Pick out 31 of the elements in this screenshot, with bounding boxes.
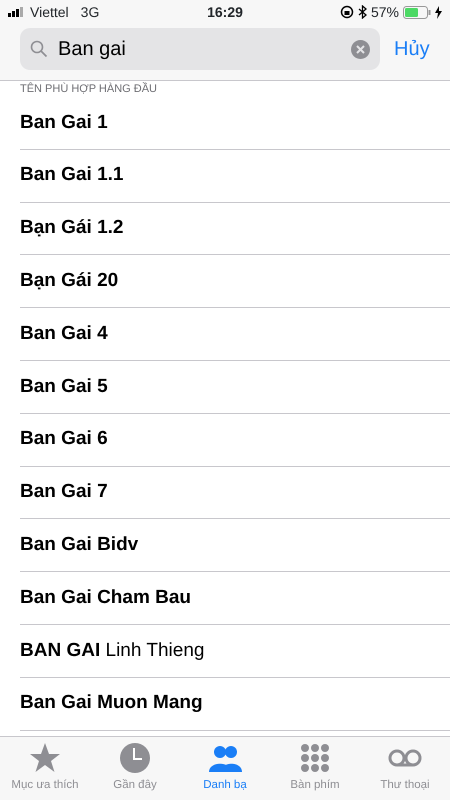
contact-name[interactable]: Ban Gai 5 <box>20 372 108 402</box>
section-header: TÊN PHÙ HỢP HÀNG ĐẦU <box>0 80 450 97</box>
contact-name[interactable]: Ban Gai Muon Mang <box>20 689 203 718</box>
network-type: 3G <box>80 2 100 22</box>
contact-name[interactable]: Ban Gai Cham Bau <box>20 584 192 612</box>
keypad-icon <box>298 741 332 775</box>
contact-name[interactable]: Bạn Gái 20 <box>20 267 118 296</box>
charging-icon <box>435 6 442 18</box>
tab-item[interactable]: Danh bạ <box>180 737 270 800</box>
contact-name[interactable]: BAN GAI Linh Thieng <box>20 636 204 666</box>
contact-name[interactable]: Ban Gai 1 <box>20 108 108 138</box>
contact-name[interactable]: Ban Gai Bidv <box>20 531 138 560</box>
battery-percent: 57% <box>370 2 399 22</box>
clear-icon[interactable] <box>351 40 370 58</box>
search-bar[interactable]: Ban gai <box>20 28 380 70</box>
carrier-name: Viettel <box>30 2 69 22</box>
contact-name[interactable]: Ban Gai 1.1 <box>20 161 124 190</box>
search-field[interactable]: Ban gai <box>56 33 343 65</box>
battery-icon <box>403 6 431 18</box>
search-icon <box>30 40 48 58</box>
contact-name[interactable]: Ban Gai 6 <box>20 425 108 454</box>
contact-name[interactable]: Ban Gai 7 <box>20 478 108 507</box>
signal-icon <box>8 7 26 17</box>
clock-time: 16:29 <box>206 2 244 22</box>
clock-icon <box>118 741 152 775</box>
star-icon <box>28 741 62 775</box>
rotation-lock-icon <box>340 5 354 19</box>
contact-name[interactable]: Bạn Gái 1.2 <box>20 214 124 243</box>
bluetooth-icon <box>358 5 367 19</box>
contact-name[interactable]: Ban Gai 4 <box>20 320 108 348</box>
cancel-button[interactable]: Hủy <box>380 34 430 64</box>
